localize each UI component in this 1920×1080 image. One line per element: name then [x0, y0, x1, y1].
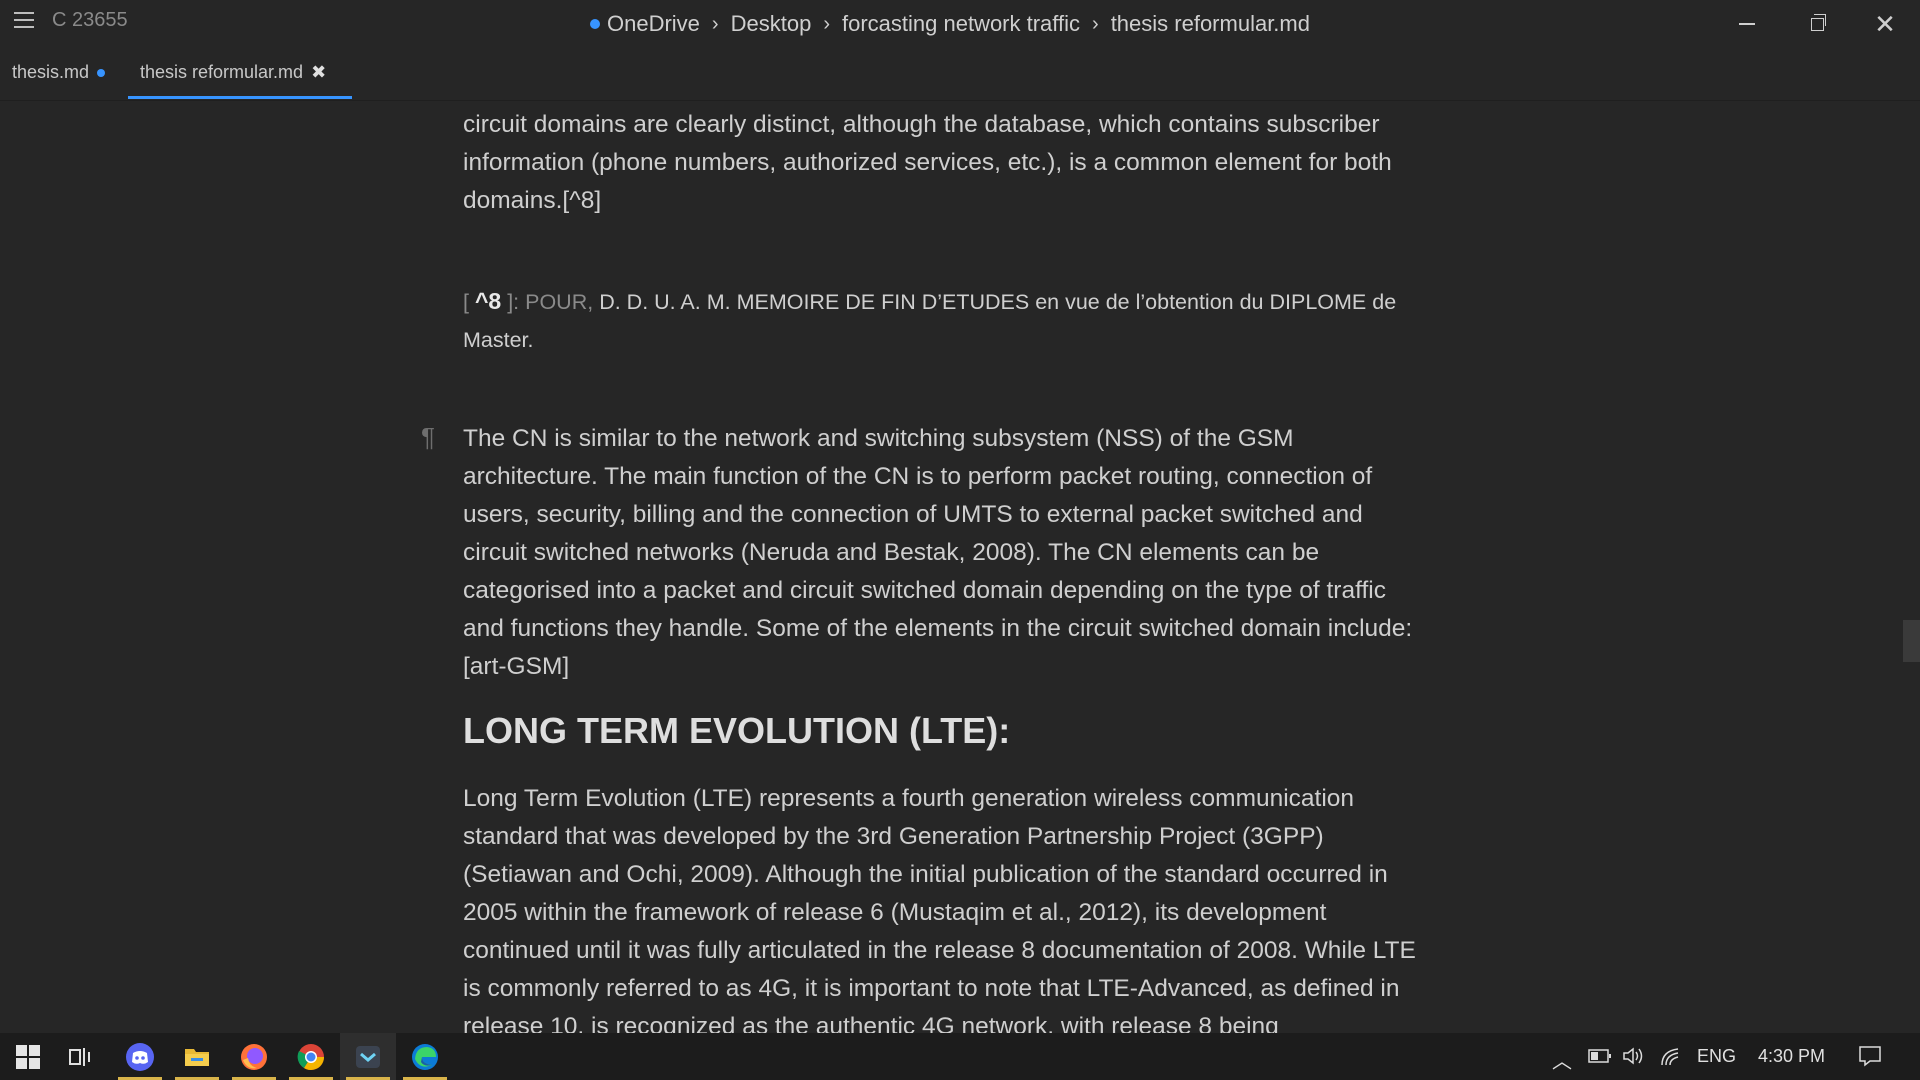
restore-icon [1810, 13, 1826, 31]
word-count: C 23655 [52, 9, 128, 31]
paragraph: The CN is similar to the network and swi… [463, 425, 1413, 680]
taskbar: ︿ ENG 4:30 PM [0, 1033, 1920, 1080]
task-view-button[interactable] [52, 1033, 108, 1080]
volume-icon[interactable] [1622, 1046, 1646, 1066]
chrome-icon [297, 1043, 325, 1070]
firefox-icon [241, 1043, 267, 1070]
breadcrumb-separator: › [823, 12, 830, 35]
breadcrumb-separator: › [711, 12, 719, 35]
task-view-icon [69, 1047, 90, 1066]
unsaved-dot-icon [590, 19, 600, 29]
editor-button[interactable] [340, 1033, 396, 1080]
firefox-button[interactable] [226, 1033, 282, 1080]
folder-icon [185, 1048, 209, 1066]
breadcrumb: OneDrive › Desktop › forcasting network … [590, 11, 1310, 37]
tab-label: thesis reformular.md [140, 62, 304, 82]
wifi-icon[interactable] [1660, 1047, 1682, 1067]
file-explorer-button[interactable] [169, 1033, 225, 1080]
tab-label: thesis.md [12, 62, 90, 82]
footnote-key: ^8 [474, 288, 502, 314]
edge-icon [412, 1043, 438, 1070]
battery-icon[interactable] [1588, 1049, 1612, 1063]
show-hidden-icons-icon[interactable]: ︿ [1552, 1045, 1572, 1074]
restore-button[interactable] [1792, 6, 1842, 42]
minimize-icon [1739, 23, 1755, 25]
title-bar: C 23655 OneDrive › Desktop › forcasting … [0, 0, 1920, 50]
active-tab-indicator [128, 96, 352, 99]
breadcrumb-onedrive[interactable]: OneDrive [607, 11, 700, 37]
tab-thesis-reformular[interactable]: thesis reformular.md ✖ [140, 62, 326, 83]
notification-icon[interactable] [1858, 1045, 1882, 1067]
discord-button[interactable] [112, 1033, 168, 1080]
editor-icon [356, 1045, 380, 1068]
footnote-label: ]: POUR, [507, 290, 594, 314]
footnote-bracket: [ [463, 290, 469, 314]
menu-icon[interactable] [14, 12, 34, 28]
scrollbar-thumb[interactable] [1903, 620, 1920, 662]
start-button[interactable] [0, 1033, 56, 1080]
modified-dot-icon [97, 68, 106, 77]
breadcrumb-folder[interactable]: forcasting network traffic [842, 11, 1080, 37]
section-heading: LONG TERM EVOLUTION (LTE): [463, 710, 1011, 751]
close-icon: ✕ [1874, 8, 1896, 39]
breadcrumb-file[interactable]: thesis reformular.md [1111, 11, 1310, 37]
tab-close-icon[interactable]: ✖ [311, 62, 326, 83]
tab-thesis[interactable]: thesis.md [12, 62, 106, 83]
editor-area[interactable]: circuit domains are clearly distinct, al… [0, 100, 1920, 1033]
clock[interactable]: 4:30 PM [1758, 1033, 1825, 1080]
paragraph: Long Term Evolution (LTE) represents a f… [463, 785, 1416, 1033]
chrome-button[interactable] [283, 1033, 339, 1080]
paragraph: circuit domains are clearly distinct, al… [463, 111, 1392, 214]
breadcrumb-desktop[interactable]: Desktop [731, 11, 812, 37]
footnote-text: D. D. U. A. M. MEMOIRE DE FIN D’ETUDES e… [463, 290, 1397, 352]
tab-bar: thesis.md thesis reformular.md ✖ [0, 50, 1920, 101]
paragraph-handle-icon[interactable]: ¶ [421, 422, 435, 453]
breadcrumb-separator: › [1092, 12, 1099, 35]
footnote: [ ^8 ]: POUR, D. D. U. A. M. MEMOIRE DE … [463, 282, 1433, 359]
windows-logo-icon [16, 1044, 40, 1069]
discord-icon [126, 1042, 154, 1071]
edge-button[interactable] [397, 1033, 453, 1080]
close-button[interactable]: ✕ [1860, 6, 1910, 42]
minimize-button[interactable] [1722, 6, 1772, 42]
language-indicator[interactable]: ENG [1697, 1033, 1736, 1080]
